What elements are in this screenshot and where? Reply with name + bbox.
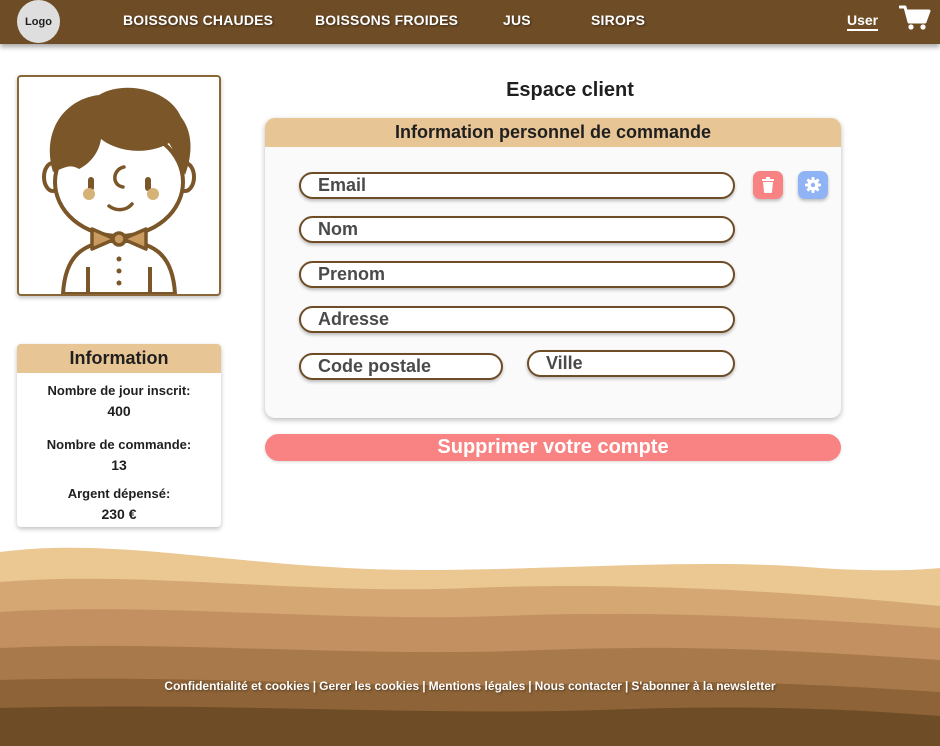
avatar-illustration xyxy=(42,87,196,294)
code-postal-field[interactable] xyxy=(299,353,503,380)
delete-info-button[interactable] xyxy=(753,171,783,199)
footer-link-newsletter[interactable]: S'abonner à la newsletter xyxy=(631,679,775,693)
delete-account-button[interactable]: Supprimer votre compte xyxy=(265,434,841,461)
settings-button[interactable] xyxy=(798,171,828,199)
avatar-card xyxy=(17,75,221,296)
footer-link-legal[interactable]: Mentions légales xyxy=(429,679,526,693)
adresse-field[interactable] xyxy=(299,306,735,333)
days-registered-label: Nombre de jour inscrit: xyxy=(47,383,191,398)
page-title: Espace client xyxy=(506,79,634,101)
orders-count-value: 13 xyxy=(111,457,127,473)
footer-links: Confidentialité et cookies | Gerer les coo… xyxy=(0,679,940,693)
nom-field[interactable] xyxy=(299,216,735,243)
cart-icon[interactable] xyxy=(899,5,931,31)
personal-info-form: Information personnel de commande xyxy=(265,118,841,418)
prenom-field[interactable] xyxy=(299,261,735,288)
navbar: Logo BOISSONS CHAUDES BOISSONS FROIDES J… xyxy=(0,0,940,44)
gear-icon xyxy=(805,177,821,193)
footer-separator: | xyxy=(312,679,317,693)
footer-dunes xyxy=(0,547,940,746)
user-link[interactable]: User xyxy=(847,12,879,31)
footer-separator: | xyxy=(528,679,532,693)
nav-link-sirops[interactable]: SIROPS xyxy=(591,12,645,28)
ville-field[interactable] xyxy=(527,350,735,377)
info-card: Information Nombre de jour inscrit: 400 … xyxy=(17,344,221,527)
nav-link-boissons-froides[interactable]: BOISSONS FROIDES xyxy=(315,12,458,28)
days-registered-value: 400 xyxy=(107,403,131,419)
email-field[interactable] xyxy=(299,172,735,199)
info-card-title: Information xyxy=(17,344,221,373)
footer-link-contact[interactable]: Nous contacter xyxy=(535,679,622,693)
footer-link-privacy[interactable]: Confidentialité et cookies xyxy=(164,679,309,693)
orders-count-label: Nombre de commande: xyxy=(46,437,192,452)
footer-separator: | xyxy=(422,679,426,693)
nav-link-jus[interactable]: JUS xyxy=(503,12,531,28)
trash-icon xyxy=(762,177,774,193)
footer-separator: | xyxy=(624,679,629,693)
footer-link-manage-cookies[interactable]: Gerer les cookies xyxy=(319,679,419,693)
logo[interactable]: Logo xyxy=(17,0,60,43)
nav-link-boissons-chaudes[interactable]: BOISSONS CHAUDES xyxy=(123,12,273,28)
form-title: Information personnel de commande xyxy=(265,118,841,147)
money-spent-label: Argent dépensé: xyxy=(67,486,171,501)
money-spent-value: 230 € xyxy=(101,506,137,522)
